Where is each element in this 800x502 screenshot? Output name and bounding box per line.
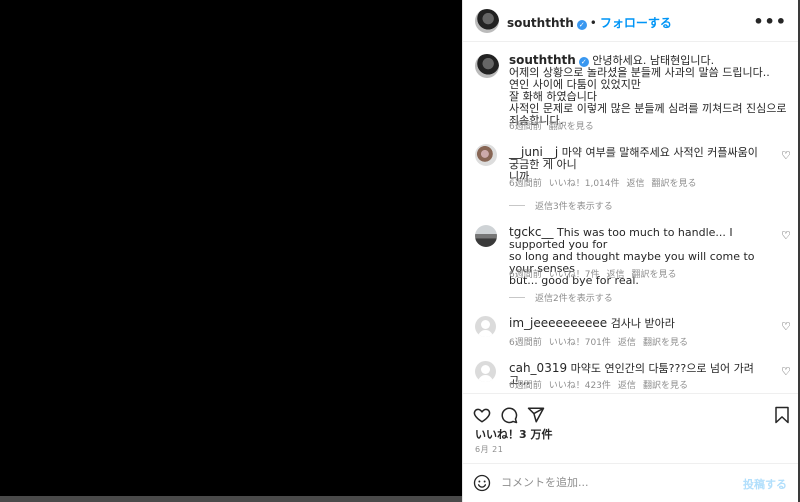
caption-translate-link[interactable]: 翻訳を見る: [549, 122, 594, 132]
caption-avatar[interactable]: [475, 54, 499, 78]
comment-meta: 6週間前 いいね！1,014件 返信 翻訳を見る: [509, 176, 704, 189]
replies-line: [509, 297, 525, 298]
comment-meta: 6週間前 いいね！701件 返信 翻訳を見る: [509, 335, 695, 348]
comment-time[interactable]: 6週間前: [509, 338, 542, 348]
comment-time[interactable]: 6週間前: [509, 179, 542, 189]
comment-username[interactable]: tgckc__: [509, 225, 553, 239]
caption-time[interactable]: 6週間前: [509, 122, 542, 132]
comment-reply-button[interactable]: 返信: [618, 338, 636, 348]
commenter-avatar[interactable]: [475, 361, 496, 382]
comment-translate-link[interactable]: 翻訳を見る: [643, 338, 688, 348]
post-date[interactable]: 6月 21: [475, 444, 503, 455]
comment-icon[interactable]: [500, 406, 518, 424]
comment-like-icon[interactable]: ♡: [781, 321, 791, 332]
comment-form: 投稿する: [463, 463, 799, 502]
comment-username[interactable]: cah_0319: [509, 361, 567, 375]
comment-time[interactable]: 6週間前: [509, 381, 542, 391]
heart-icon[interactable]: [473, 406, 491, 424]
emoji-icon[interactable]: [473, 474, 491, 492]
comment-likes[interactable]: いいね！423件: [549, 381, 611, 391]
commenter-avatar[interactable]: [475, 225, 497, 247]
comment-likes[interactable]: いいね！1,014件: [549, 179, 620, 189]
commenter-avatar[interactable]: [475, 144, 497, 166]
caption-username[interactable]: souththth: [509, 53, 576, 67]
post-viewer: souththth ✓ • フォローする ••• souththth ✓ 안녕하세요. …: [0, 0, 800, 502]
verified-icon: ✓: [576, 20, 587, 30]
media-edge: [0, 496, 462, 502]
comment-meta: 6週間前 いいね！7件 返信 翻訳を見る: [509, 267, 684, 280]
author-avatar[interactable]: [475, 9, 499, 33]
view-replies-label[interactable]: 返信2件を表示する: [535, 294, 613, 304]
comment-likes[interactable]: いいね！7件: [549, 270, 600, 280]
comment-time[interactable]: 6週間前: [509, 270, 542, 280]
post-header: souththth ✓ • フォローする •••: [463, 0, 799, 42]
post-side-panel: souththth ✓ • フォローする ••• souththth ✓ 안녕하세요. …: [462, 0, 799, 502]
comment-translate-link[interactable]: 翻訳を見る: [631, 270, 676, 280]
view-replies-button[interactable]: 返信3件を表示する: [509, 199, 613, 212]
comment-likes[interactable]: いいね！701件: [549, 338, 611, 348]
comment-username[interactable]: __juni__j: [509, 145, 558, 159]
share-icon[interactable]: [527, 406, 545, 424]
likes-count[interactable]: いいね！3 万件: [475, 426, 552, 442]
replies-line: [509, 205, 525, 206]
comment-input[interactable]: [501, 476, 721, 489]
comment-text: im_jeeeeeeeeee 검사나 받아라: [509, 317, 771, 330]
commenter-avatar[interactable]: [475, 316, 496, 337]
comment-translate-link[interactable]: 翻訳を見る: [643, 381, 688, 391]
separator-dot: •: [589, 16, 597, 30]
view-replies-label[interactable]: 返信3件を表示する: [535, 202, 613, 212]
author-username[interactable]: souththth: [507, 16, 574, 30]
comment-like-icon[interactable]: ♡: [781, 230, 791, 241]
more-options-icon[interactable]: •••: [753, 12, 787, 31]
comment-reply-button[interactable]: 返信: [627, 179, 645, 189]
comment-reply-button[interactable]: 返信: [618, 381, 636, 391]
comment-body: 검사나 받아라: [610, 317, 675, 330]
header-user-line: souththth ✓ • フォローする: [507, 14, 672, 31]
comment-username[interactable]: im_jeeeeeeeeee: [509, 316, 607, 330]
comment-like-icon[interactable]: ♡: [781, 150, 791, 161]
caption-text: souththth ✓ 안녕하세요. 남태현입니다. 어제의 상황으로 놀라셨을 …: [509, 54, 789, 127]
comment-meta: 6週間前 いいね！423件 返信 翻訳を見る: [509, 378, 695, 391]
bookmark-icon[interactable]: [773, 406, 791, 424]
post-comment-button[interactable]: 投稿する: [743, 476, 787, 492]
comment-reply-button[interactable]: 返信: [606, 270, 624, 280]
view-replies-button[interactable]: 返信2件を表示する: [509, 291, 613, 304]
caption-meta: 6週間前 翻訳を見る: [509, 119, 601, 132]
follow-button[interactable]: フォローする: [600, 16, 672, 30]
comment-like-icon[interactable]: ♡: [781, 366, 791, 377]
post-media[interactable]: [0, 0, 462, 502]
comment-translate-link[interactable]: 翻訳を見る: [652, 179, 697, 189]
